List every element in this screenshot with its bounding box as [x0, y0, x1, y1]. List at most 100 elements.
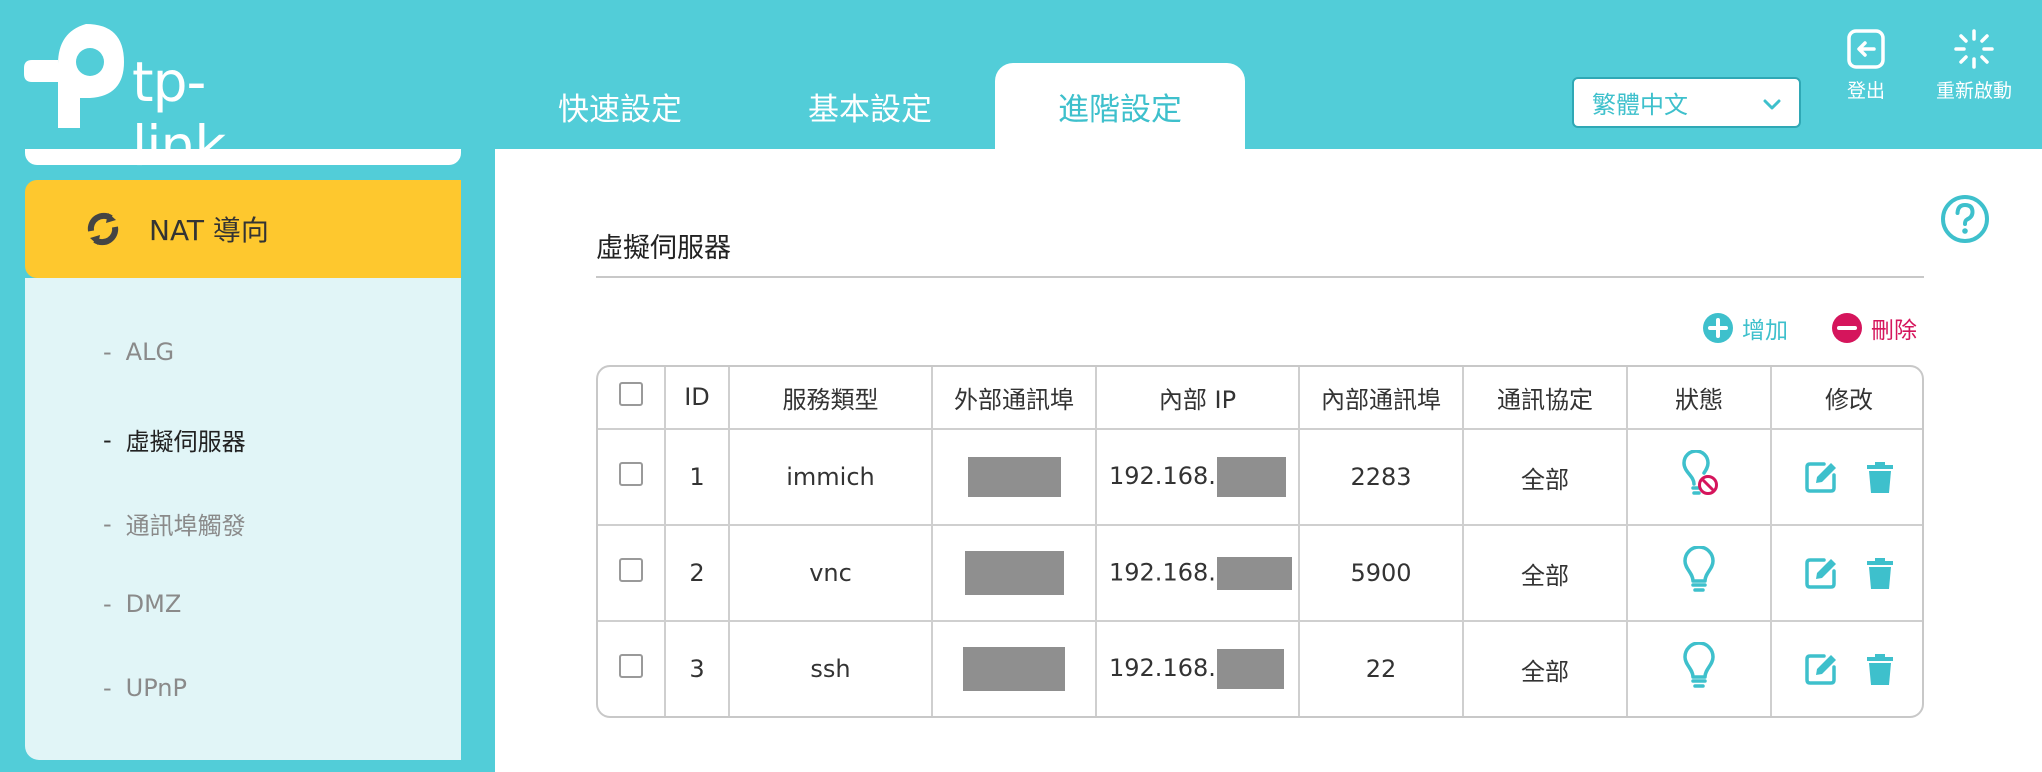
cell-protocol: 全部 [1462, 524, 1628, 623]
column-header-internal-ip: 內部 IP [1095, 367, 1300, 430]
sidebar-item-virtual-server[interactable]: - 虛擬伺服器 [103, 422, 246, 457]
tab-basic-settings[interactable]: 基本設定 [770, 63, 970, 149]
minus-circle-icon [1832, 313, 1862, 343]
sidebar-item-upnp[interactable]: - UPnP [103, 674, 187, 702]
add-label: 增加 [1742, 318, 1788, 344]
sidebar-item-label: 通訊埠觸發 [125, 512, 246, 540]
sidebar-item-label: ALG [125, 338, 175, 366]
row-select-cell [598, 620, 666, 716]
cell-internal-port: 2283 [1298, 427, 1464, 527]
trash-icon[interactable] [1866, 652, 1894, 686]
table-header-row: ID 服務類型 外部通訊埠 內部 IP 內部通訊埠 通訊協定 狀態 修改 [598, 367, 1922, 430]
virtual-server-table: ID 服務類型 外部通訊埠 內部 IP 內部通訊埠 通訊協定 狀態 修改 1 i… [596, 365, 1924, 718]
column-header-protocol: 通訊協定 [1462, 367, 1628, 430]
cell-external-port [931, 427, 1097, 527]
reboot-label: 重新啟動 [1935, 80, 2012, 102]
reboot-button[interactable]: 重新啟動 [1919, 28, 2029, 103]
reboot-icon [1954, 29, 1994, 69]
trash-icon[interactable] [1866, 556, 1894, 590]
cell-service-type: immich [728, 427, 933, 527]
internal-ip-prefix: 192.168. [1109, 654, 1216, 683]
table-row: 2 vnc 192.168. 5900 全部 [598, 524, 1922, 623]
language-select-value: 繁體中文 [1592, 91, 1688, 119]
tab-advanced-settings[interactable]: 進階設定 [995, 63, 1245, 149]
redacted-block [1216, 556, 1292, 590]
cell-internal-ip: 192.168. [1095, 524, 1300, 623]
edit-icon[interactable] [1804, 652, 1838, 686]
bullet-dash: - [103, 590, 112, 618]
cell-id: 1 [664, 427, 730, 527]
edit-icon[interactable] [1804, 556, 1838, 590]
cell-modify [1770, 427, 1922, 527]
redacted-block [964, 551, 1064, 596]
row-checkbox[interactable] [619, 654, 643, 679]
sidebar-item-alg[interactable]: - ALG [103, 338, 174, 366]
cell-internal-ip: 192.168. [1095, 427, 1300, 527]
delete-label: 刪除 [1871, 318, 1917, 344]
trash-icon[interactable] [1866, 460, 1894, 494]
internal-ip-prefix: 192.168. [1109, 558, 1216, 587]
logout-button[interactable]: 登出 [1811, 28, 1921, 103]
sidebar-item-dmz[interactable]: - DMZ [103, 590, 181, 618]
redacted-block [1216, 457, 1286, 498]
tp-link-logo: tp-link [24, 24, 294, 178]
internal-ip-prefix: 192.168. [1109, 462, 1216, 491]
sidebar-item-label: 虛擬伺服器 [125, 428, 246, 456]
bullet-dash: - [103, 509, 112, 538]
column-header-status: 狀態 [1626, 367, 1772, 430]
cell-id: 2 [664, 524, 730, 623]
cell-internal-ip: 192.168. [1095, 620, 1300, 716]
status-enabled-bulb-icon[interactable] [1682, 641, 1716, 690]
tp-link-logo-mark [24, 24, 124, 128]
cell-id: 3 [664, 620, 730, 716]
column-header-modify: 修改 [1770, 367, 1922, 430]
cell-modify [1770, 620, 1922, 716]
delete-button[interactable]: 刪除 [1831, 311, 1917, 345]
sidebar-top-edge [25, 149, 461, 165]
bullet-dash: - [103, 674, 112, 702]
table-row: 3 ssh 192.168. 22 全部 [598, 620, 1922, 716]
plus-circle-icon [1703, 313, 1733, 343]
row-checkbox[interactable] [619, 558, 643, 583]
add-button[interactable]: 增加 [1702, 311, 1788, 345]
bullet-dash: - [103, 338, 112, 366]
sidebar-item-label: NAT 導向 [149, 214, 269, 247]
column-header-external-port: 外部通訊埠 [931, 367, 1097, 430]
cell-status [1626, 427, 1772, 527]
cell-external-port [931, 620, 1097, 716]
row-checkbox[interactable] [619, 462, 643, 487]
logout-icon [1847, 29, 1885, 69]
cell-status [1626, 524, 1772, 623]
row-select-cell [598, 427, 666, 527]
cell-internal-port: 5900 [1298, 524, 1464, 623]
nat-forwarding-icon [87, 212, 119, 246]
edit-icon[interactable] [1804, 460, 1838, 494]
page-title: 虛擬伺服器 [596, 233, 731, 264]
cell-service-type: vnc [728, 524, 933, 623]
cell-service-type: ssh [728, 620, 933, 716]
select-all-checkbox[interactable] [619, 382, 643, 407]
sidebar-item-port-triggering[interactable]: - 通訊埠觸發 [103, 506, 246, 541]
tab-quick-setup[interactable]: 快速設定 [520, 63, 720, 149]
column-header-id: ID [664, 367, 730, 430]
language-select[interactable]: 繁體中文 [1572, 77, 1801, 128]
help-button[interactable] [1940, 194, 1990, 248]
help-icon [1941, 195, 1989, 243]
sidebar-item-label: UPnP [125, 674, 187, 702]
column-header-internal-port: 內部通訊埠 [1298, 367, 1464, 430]
cell-external-port [931, 524, 1097, 623]
status-disabled-bulb-icon[interactable] [1678, 449, 1720, 498]
column-header-service-type: 服務類型 [728, 367, 933, 430]
redacted-block [967, 457, 1061, 498]
cell-protocol: 全部 [1462, 620, 1628, 716]
status-enabled-bulb-icon[interactable] [1682, 545, 1716, 594]
cell-protocol: 全部 [1462, 427, 1628, 527]
chevron-down-icon [1763, 99, 1781, 110]
cell-modify [1770, 524, 1922, 623]
title-divider [596, 276, 1924, 278]
logout-label: 登出 [1846, 80, 1885, 102]
cell-internal-port: 22 [1298, 620, 1464, 716]
redacted-block [963, 647, 1065, 692]
sidebar-item-nat-forwarding[interactable]: NAT 導向 [25, 180, 461, 278]
row-select-cell [598, 524, 666, 623]
